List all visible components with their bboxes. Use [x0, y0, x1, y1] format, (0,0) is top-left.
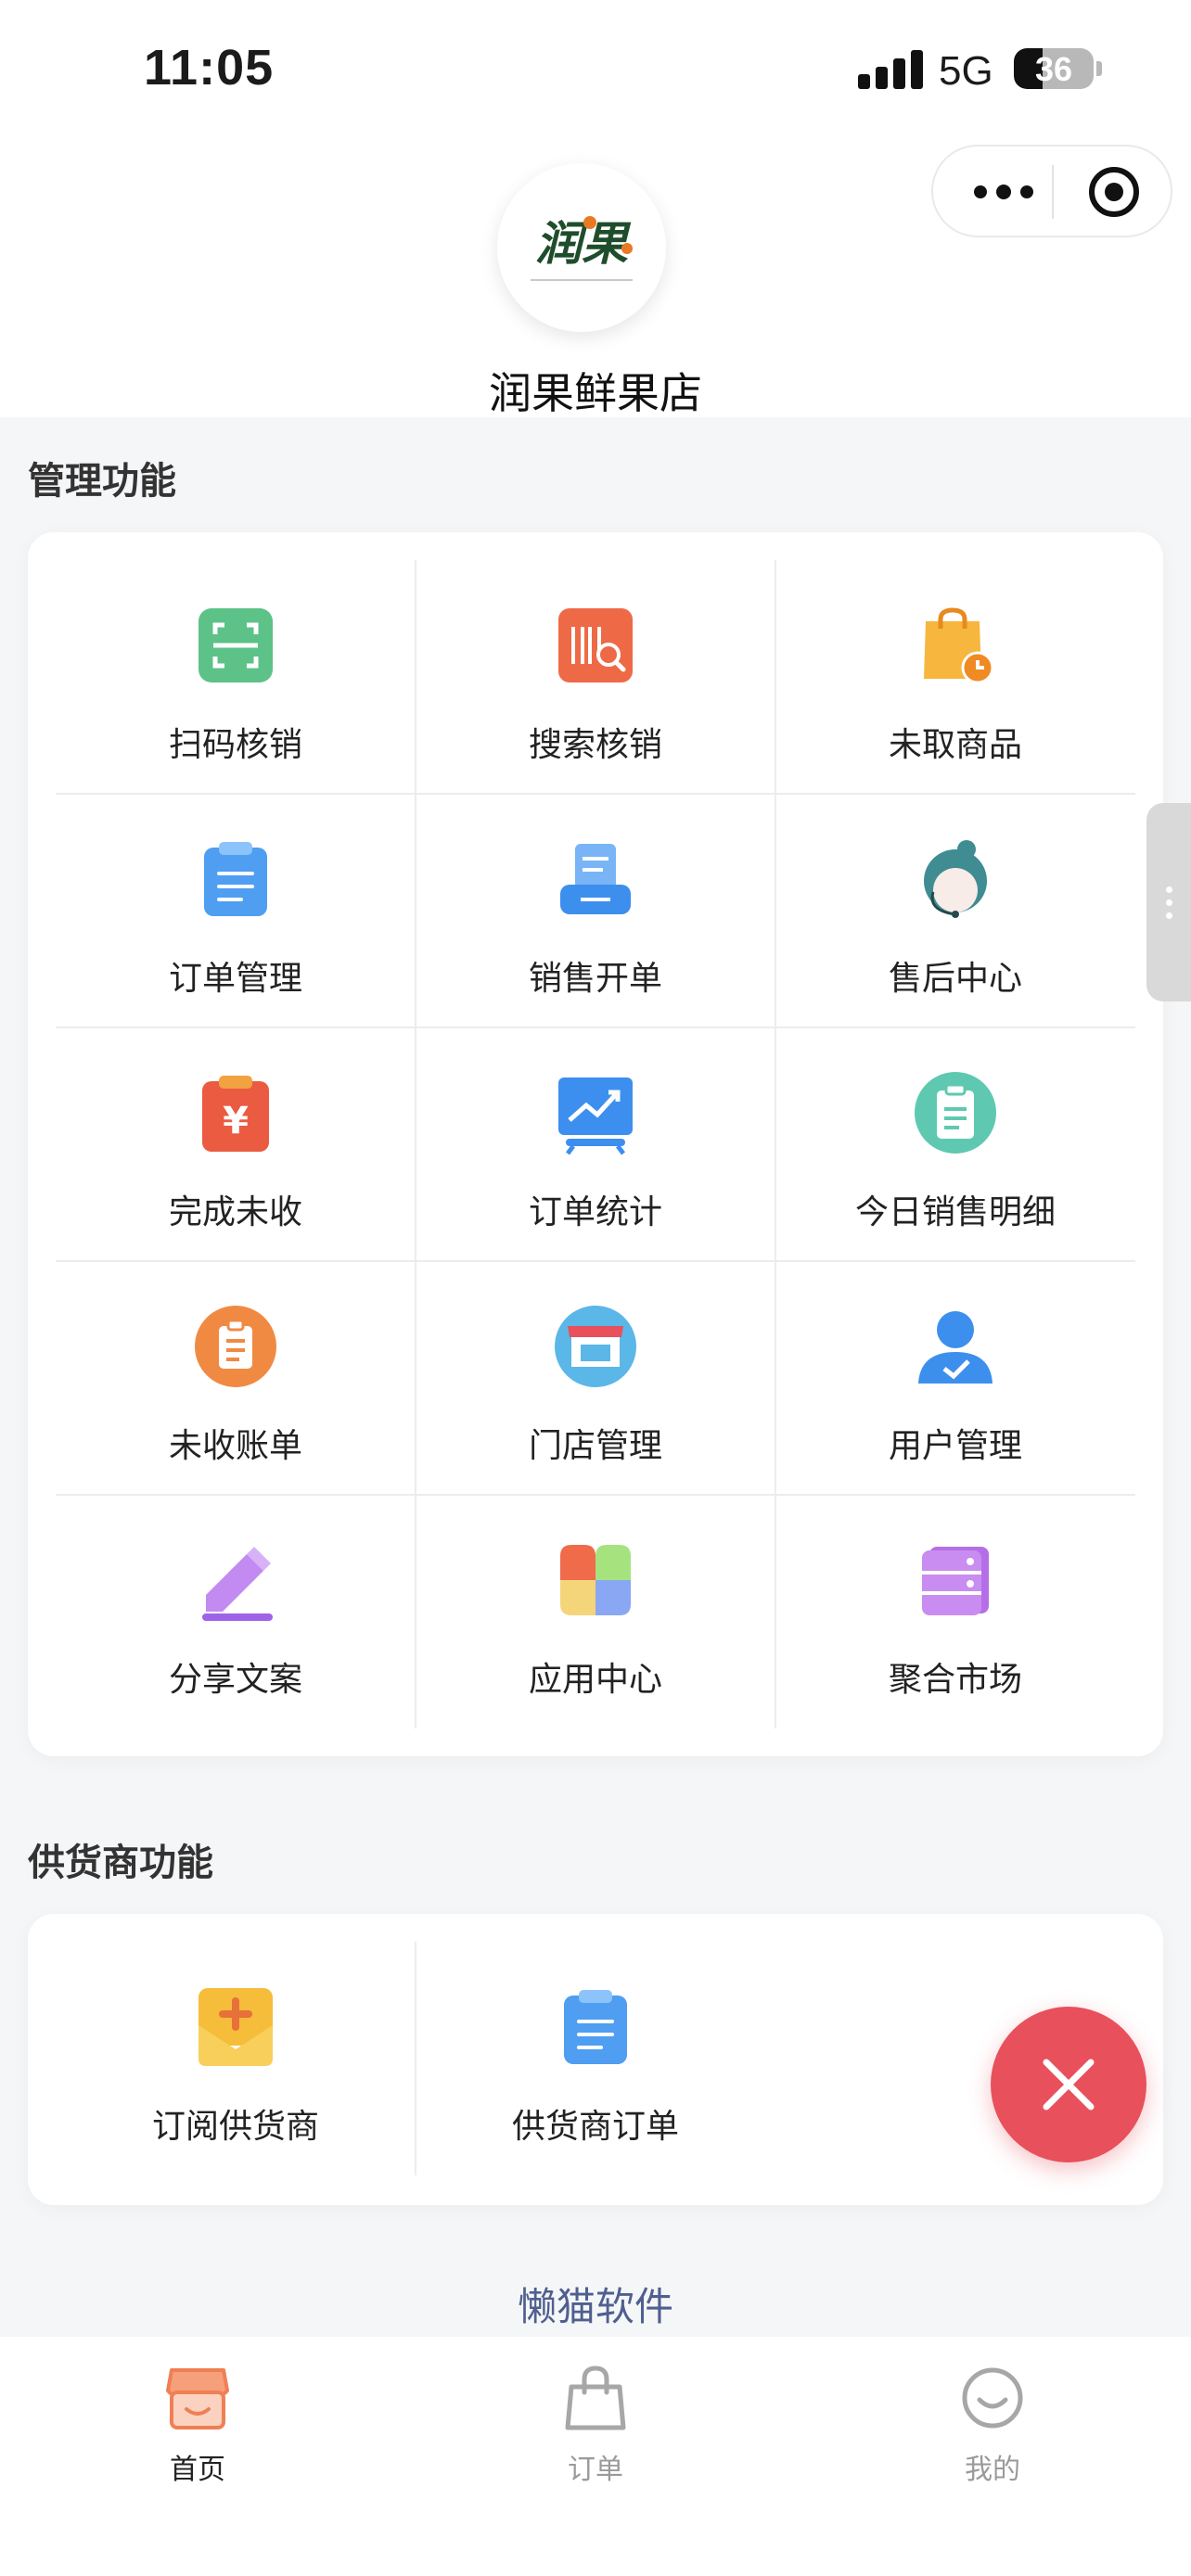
grid-item-label: 未收账单	[168, 1427, 302, 1465]
grid-item-shopping-bag-clock[interactable]: 未取商品	[775, 560, 1135, 794]
store-name: 润果鲜果店	[489, 368, 702, 418]
grid-item-unpaid-bill[interactable]: 未收账单	[56, 1261, 416, 1495]
user-check-icon	[913, 1304, 998, 1389]
grid-item-yuan-clipboard[interactable]: ¥ 完成未收	[56, 1027, 416, 1261]
grid-item-label: 扫码核销	[168, 726, 302, 764]
grid-item-label: 订单统计	[528, 1193, 662, 1231]
shopping-bag-clock-icon	[913, 603, 998, 688]
status-bar: 11:05 5G 36	[0, 0, 1191, 139]
grid-item-scan-qrcode[interactable]: 扫码核销	[56, 560, 416, 794]
grid-item-label: 聚合市场	[888, 1661, 1022, 1699]
tab-orders-label: 订单	[568, 2454, 623, 2486]
status-time: 11:05	[144, 40, 275, 96]
footer-brand-link[interactable]: 懒猫软件	[0, 2276, 1191, 2332]
grid-divider-vertical	[415, 560, 416, 1728]
battery-icon: 36	[1014, 48, 1094, 89]
pencil-edit-icon	[193, 1537, 278, 1623]
order-bag-icon	[564, 2365, 627, 2431]
grid-item-trend-chart-board[interactable]: 订单统计	[416, 1027, 775, 1261]
management-section-title: 管理功能	[28, 460, 176, 503]
grid-item-daily-sales-clipboard[interactable]: 今日销售明细	[775, 1027, 1135, 1261]
tab-profile[interactable]: 我的	[900, 2365, 1085, 2494]
grid-divider-horizontal	[56, 1027, 1135, 1028]
grid-divider-horizontal	[56, 793, 1135, 795]
store-logo: 润果	[497, 163, 666, 332]
mini-program-capsule[interactable]	[931, 145, 1172, 237]
grid-item-label: 供货商订单	[511, 2108, 679, 2146]
profile-smile-icon	[961, 2365, 1024, 2431]
grid-item-label: 门店管理	[528, 1427, 662, 1465]
grid-item-supplier-order-clipboard[interactable]: 供货商订单	[416, 1942, 775, 2175]
battery-tip	[1096, 61, 1102, 76]
tab-home[interactable]: 首页	[105, 2365, 290, 2494]
grid-item-label: 完成未收	[168, 1193, 302, 1231]
grid-item-barcode-search[interactable]: 搜索核销	[416, 560, 775, 794]
barcode-search-icon	[553, 603, 638, 688]
app-page: 11:05 5G 36 润果 润果鲜果店 管理功能 扫码核销 搜索核销 未取商品…	[0, 0, 1191, 2576]
grid-divider-horizontal	[56, 1260, 1135, 1262]
app-tiles-icon	[553, 1537, 638, 1623]
market-cabinet-icon	[913, 1537, 998, 1623]
grid-item-user-check[interactable]: 用户管理	[775, 1261, 1135, 1495]
supplier-order-clipboard-icon	[553, 1984, 638, 2070]
supplier-section-title: 供货商功能	[28, 1842, 213, 1884]
network-type: 5G	[939, 48, 993, 94]
grid-item-pencil-edit[interactable]: 分享文案	[56, 1495, 416, 1728]
grid-item-label: 搜索核销	[528, 726, 662, 764]
tab-home-label: 首页	[170, 2454, 225, 2486]
grid-item-label: 订单管理	[168, 960, 302, 998]
grid-item-label: 用户管理	[888, 1427, 1022, 1465]
svg-text:¥: ¥	[223, 1100, 249, 1142]
grid-item-label: 分享文案	[168, 1661, 302, 1699]
tab-profile-label: 我的	[965, 2454, 1020, 2486]
logo-text: 润果	[535, 216, 632, 271]
battery-level: 36	[1034, 50, 1073, 88]
close-fab-button[interactable]	[991, 2007, 1146, 2162]
clipboard-list-icon	[193, 836, 278, 922]
close-icon	[1043, 2059, 1095, 2111]
close-mini-program-icon[interactable]	[1089, 167, 1139, 217]
trend-chart-board-icon	[553, 1070, 638, 1155]
grid-item-subscribe-envelope[interactable]: 订阅供货商	[56, 1942, 416, 2175]
grid-divider-vertical	[415, 1942, 416, 2175]
grid-item-printer-receipt[interactable]: 销售开单	[416, 794, 775, 1027]
grid-item-market-cabinet[interactable]: 聚合市场	[775, 1495, 1135, 1728]
more-dots-icon[interactable]	[968, 182, 1043, 204]
unpaid-bill-icon	[193, 1304, 278, 1389]
management-card: 扫码核销 搜索核销 未取商品订单管理 销售开单 售后中心 ¥ 完成未收 订单统计 今日销售明细未…	[28, 532, 1163, 1756]
yuan-clipboard-icon: ¥	[193, 1070, 278, 1155]
daily-sales-clipboard-icon	[913, 1070, 998, 1155]
home-store-icon	[166, 2365, 229, 2431]
grid-item-app-tiles[interactable]: 应用中心	[416, 1495, 775, 1728]
capsule-divider	[1052, 165, 1054, 219]
grid-item-storefront[interactable]: 门店管理	[416, 1261, 775, 1495]
grid-item-label: 销售开单	[528, 960, 662, 998]
grid-item-label: 今日销售明细	[854, 1193, 1056, 1231]
grid-item-label: 售后中心	[888, 960, 1022, 998]
subscribe-envelope-icon	[193, 1984, 278, 2070]
printer-receipt-icon	[553, 836, 638, 922]
tab-orders[interactable]: 订单	[503, 2365, 688, 2494]
grid-divider-vertical	[775, 560, 776, 1728]
scan-qrcode-icon	[193, 603, 278, 688]
grid-divider-horizontal	[56, 1494, 1135, 1496]
storefront-icon	[553, 1304, 638, 1389]
grid-item-customer-service-agent[interactable]: 售后中心	[775, 794, 1135, 1027]
grid-item-label: 未取商品	[888, 726, 1022, 764]
grid-item-label: 应用中心	[528, 1661, 662, 1699]
side-drawer-handle[interactable]	[1146, 803, 1191, 1001]
grid-item-label: 订阅供货商	[151, 2108, 319, 2146]
bottom-tab-bar: 首页 订单 我的	[0, 2337, 1191, 2576]
signal-icon	[858, 48, 923, 89]
grid-item-clipboard-list[interactable]: 订单管理	[56, 794, 416, 1027]
customer-service-agent-icon	[913, 836, 998, 922]
